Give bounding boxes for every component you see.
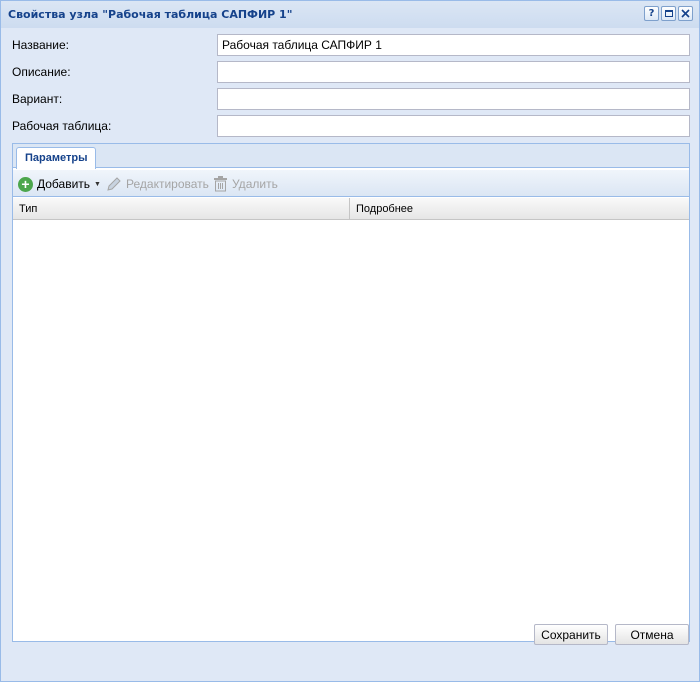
dialog-body: Название: Рабочая таблица САПФИР 1 Описа… [5,29,695,647]
add-button[interactable]: + Добавить ▼ [18,175,101,193]
pencil-icon [107,177,121,191]
description-field[interactable] [217,61,690,83]
trash-icon [214,176,227,192]
name-label: Название: [12,38,69,52]
variant-label: Вариант: [12,92,63,106]
window-tools: ? [644,6,693,21]
worksheet-row: Рабочая таблица: [5,115,695,137]
parameters-tab-panel: Параметры + Добавить ▼ Редактировать Уда… [12,143,690,642]
grid-body[interactable] [13,221,689,641]
description-label: Описание: [12,65,71,79]
tab-strip: Параметры [13,144,689,169]
window-title: Свойства узла "Рабочая таблица САПФИР 1" [8,8,293,21]
close-icon [681,9,690,18]
dialog-window: Свойства узла "Рабочая таблица САПФИР 1"… [0,0,700,682]
edit-button-label: Редактировать [126,177,209,191]
delete-button-label: Удалить [232,177,278,191]
name-row: Название: Рабочая таблица САПФИР 1 [5,34,695,56]
description-row: Описание: [5,61,695,83]
tab-parameters[interactable]: Параметры [16,147,97,169]
column-header-details[interactable]: Подробнее [350,198,689,220]
name-field[interactable]: Рабочая таблица САПФИР 1 [217,34,690,56]
help-button[interactable]: ? [644,6,659,21]
cancel-button[interactable]: Отмена [615,624,689,645]
save-button[interactable]: Сохранить [534,624,608,645]
maximize-icon [664,10,673,17]
edit-button[interactable]: Редактировать [106,175,209,193]
grid-toolbar: + Добавить ▼ Редактировать Удалить [13,170,689,197]
delete-button[interactable]: Удалить [213,175,278,193]
column-header-type[interactable]: Тип [13,198,350,220]
add-icon: + [18,176,33,192]
title-bar[interactable]: Свойства узла "Рабочая таблица САПФИР 1"… [1,1,699,28]
variant-row: Вариант: [5,88,695,110]
variant-field[interactable] [217,88,690,110]
worksheet-label: Рабочая таблица: [12,119,112,133]
maximize-button[interactable] [661,6,676,21]
help-icon: ? [648,7,655,19]
grid-header: Тип Подробнее [13,198,689,220]
chevron-down-icon: ▼ [94,180,101,188]
worksheet-field[interactable] [217,115,690,137]
add-button-label: Добавить [37,177,91,191]
close-button[interactable] [678,6,693,21]
